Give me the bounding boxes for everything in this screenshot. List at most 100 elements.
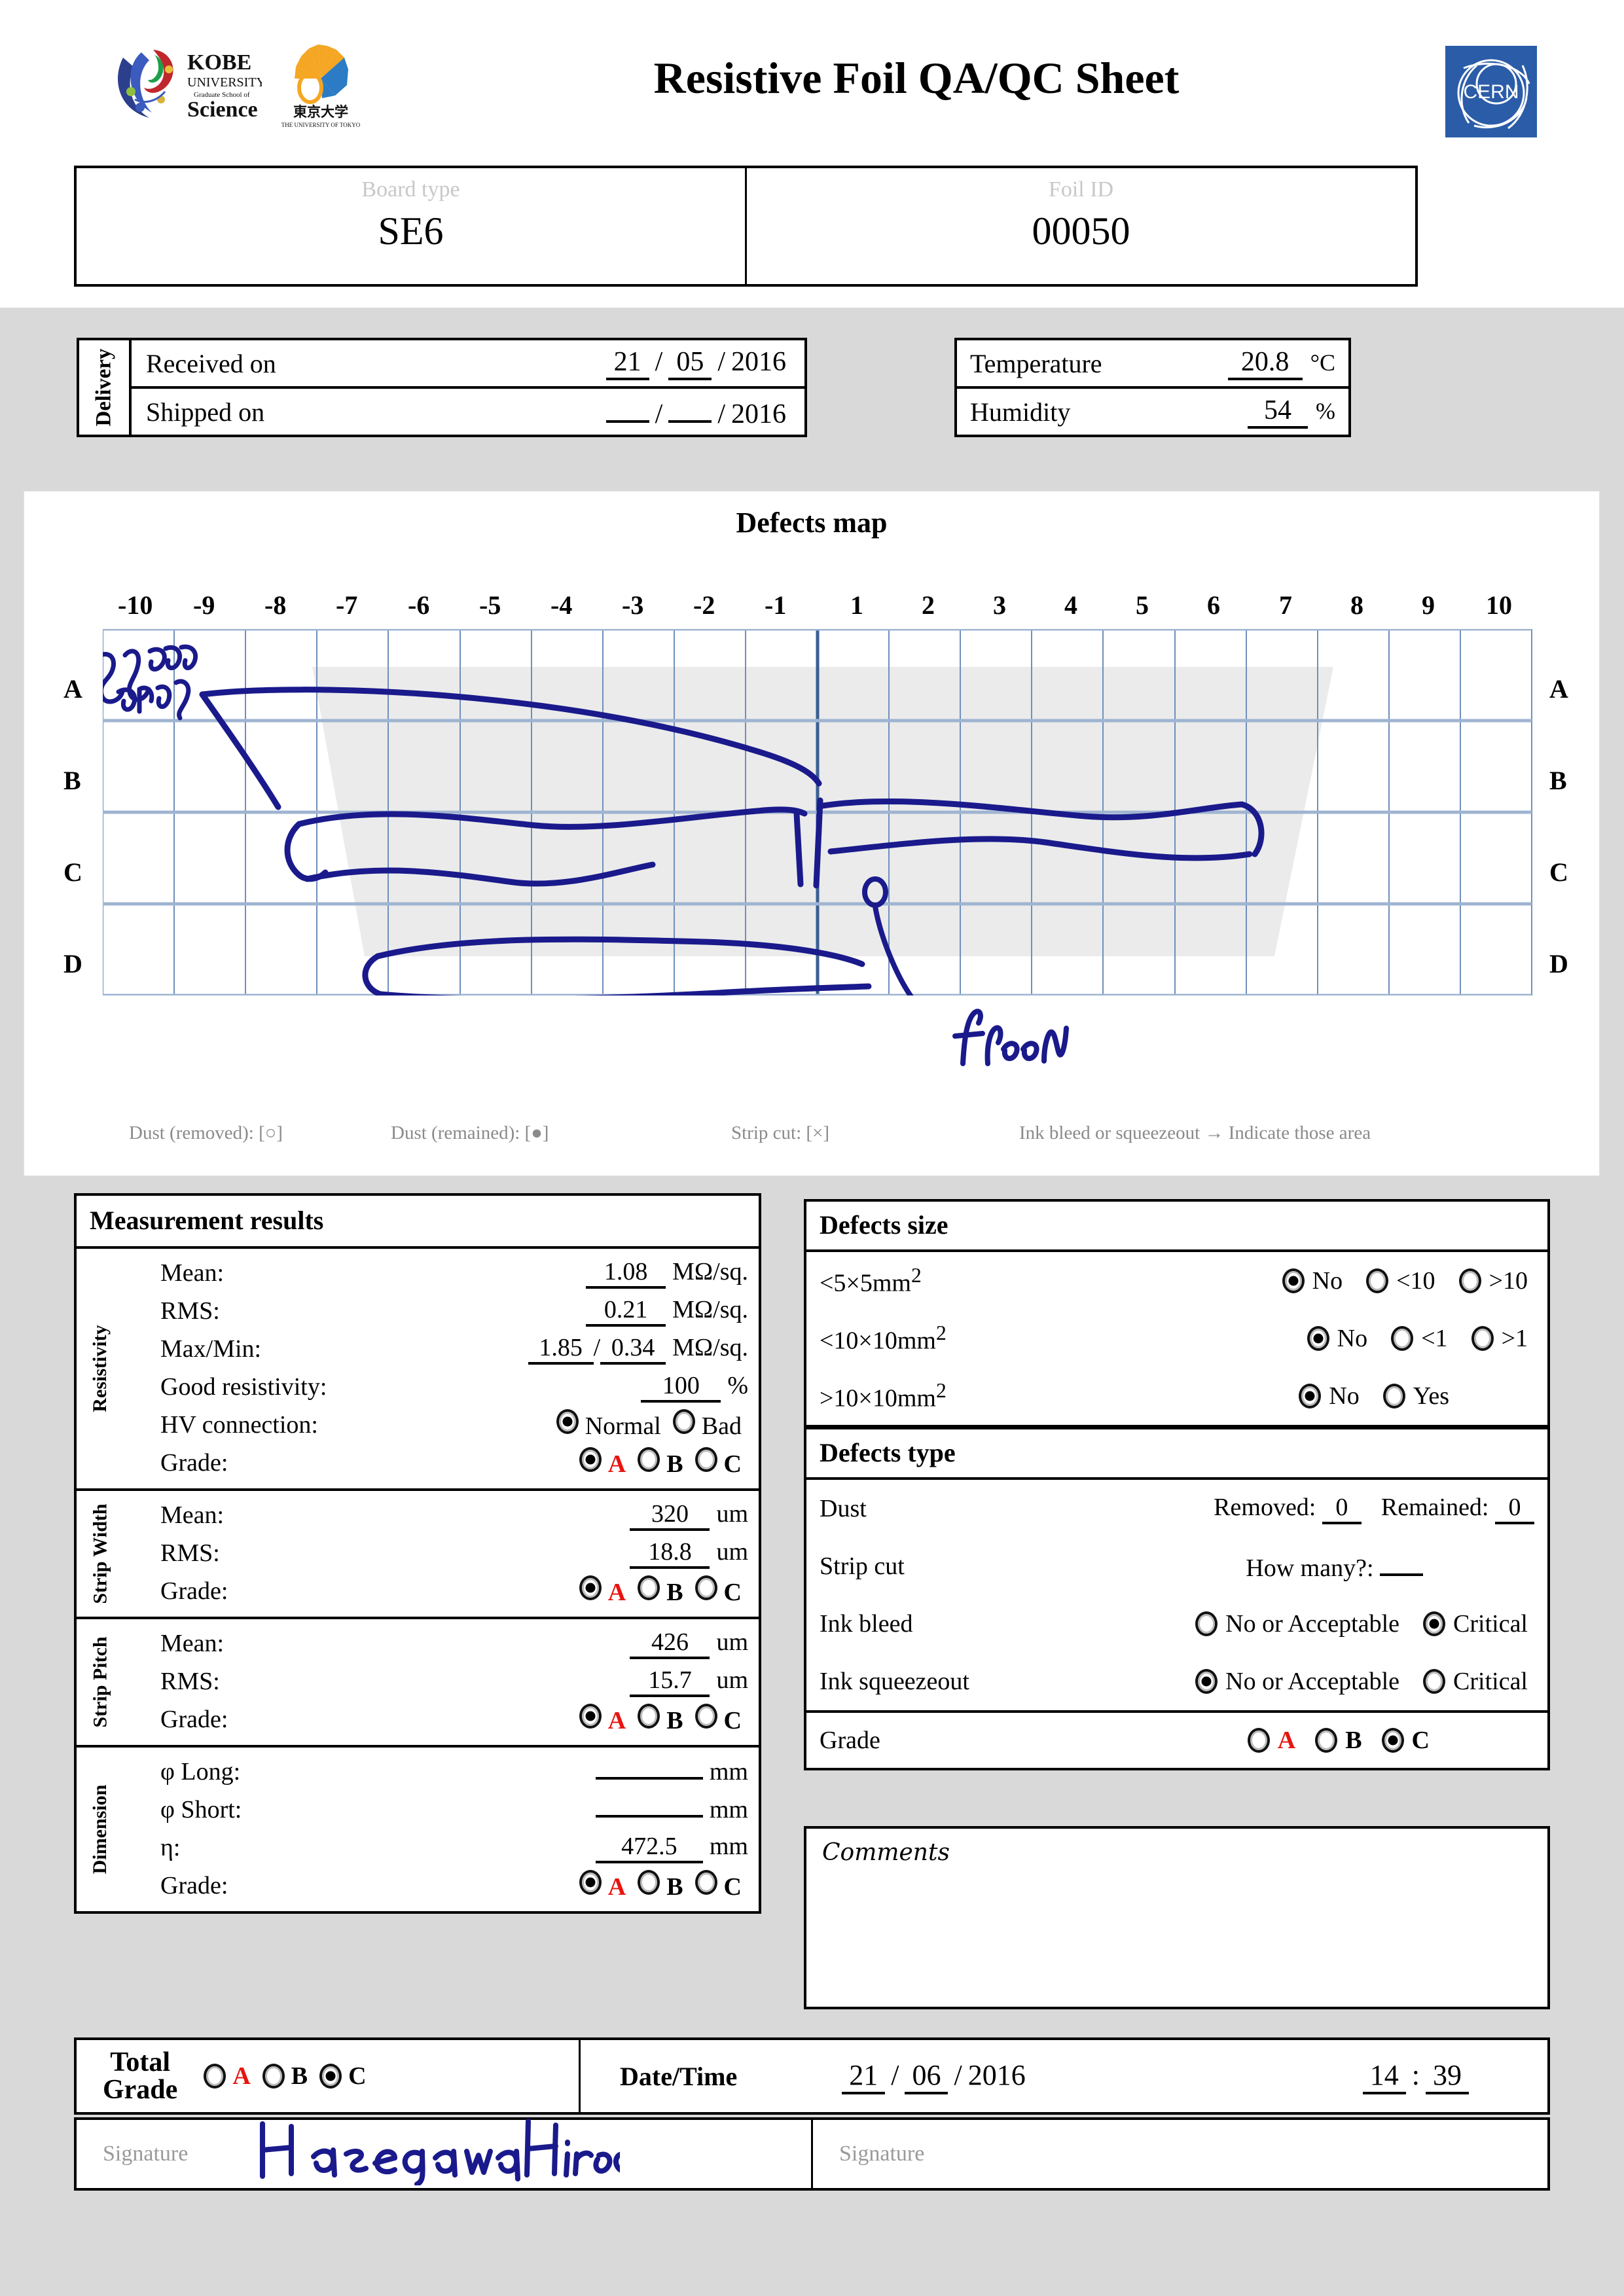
defects-grade-radio-a[interactable] — [1247, 1728, 1270, 1753]
strip-pitch-grade-radio-b[interactable] — [638, 1704, 660, 1729]
strip-width-section: Strip Width Mean: 320 um RMS: 18.8 um Gr… — [77, 1491, 759, 1619]
strip-pitch-rms-field[interactable]: 15.7 — [630, 1666, 710, 1697]
strip-pitch-grade-radio-a[interactable] — [579, 1704, 602, 1729]
strip-pitch-rms-row[interactable]: RMS: 15.7 um — [124, 1662, 748, 1700]
size-5x5-radio-lt10[interactable] — [1366, 1268, 1389, 1293]
dimension-eta-row[interactable]: η: 472.5 mm — [124, 1829, 748, 1867]
total-grade-radio-b[interactable] — [262, 2064, 285, 2089]
datetime-cell[interactable]: Date/Time 21 / 06 / 2016 14 : 39 — [581, 2040, 1547, 2112]
strip-width-grade-radio-a[interactable] — [579, 1575, 602, 1600]
resistivity-mean-row[interactable]: Mean: 1.08 MΩ/sq. — [124, 1254, 748, 1292]
defects-grade-radio-c[interactable] — [1381, 1728, 1404, 1753]
date-day-field[interactable]: 21 — [842, 2058, 886, 2094]
temperature-row[interactable]: Temperature 20.8 °C — [957, 340, 1348, 386]
signature-cell-right[interactable]: Signature — [811, 2120, 1547, 2188]
inkbleed-radio-acceptable[interactable] — [1195, 1611, 1218, 1636]
strip-width-rms-row[interactable]: RMS: 18.8 um — [124, 1534, 748, 1572]
defects-type-inkbleed-row[interactable]: Ink bleed No or Acceptable Critical — [806, 1595, 1547, 1653]
resistivity-grade-radio-c[interactable] — [695, 1447, 717, 1472]
received-month-field[interactable]: 05 — [668, 346, 712, 380]
strip-width-mean-field[interactable]: 320 — [630, 1499, 710, 1531]
good-resistivity-row[interactable]: Good resistivity: 100 % — [124, 1368, 748, 1406]
strip-width-grade-row[interactable]: Grade: A B C — [124, 1572, 748, 1610]
size-10x10-radio-gt1[interactable] — [1471, 1326, 1494, 1351]
defects-size-row-5x5[interactable]: <5×5mm2 No <10 >10 — [806, 1252, 1547, 1310]
board-type-cell[interactable]: Board type SE6 — [77, 168, 745, 284]
dust-remained-field[interactable]: 0 — [1495, 1493, 1534, 1524]
strip-width-grade-radio-c[interactable] — [695, 1575, 717, 1600]
dimension-grade-radio-a[interactable] — [579, 1870, 602, 1895]
size-5x5-radio-no[interactable] — [1282, 1268, 1305, 1293]
strip-width-mean-row[interactable]: Mean: 320 um — [124, 1496, 748, 1534]
resistivity-maxmin-row[interactable]: Max/Min: 1.85 / 0.34 MΩ/sq. — [124, 1330, 748, 1368]
total-grade-radio-c[interactable] — [319, 2064, 342, 2089]
defects-size-row-gt10x10[interactable]: >10×10mm2 No Yes — [806, 1367, 1547, 1425]
dimension-long-field[interactable] — [595, 1777, 703, 1780]
inkbleed-radio-critical[interactable] — [1423, 1611, 1446, 1636]
resistivity-grade-radio-a[interactable] — [579, 1447, 602, 1472]
dimension-grade-radio-c[interactable] — [695, 1870, 717, 1895]
defects-type-dust-row[interactable]: Dust Removed: 0 Remained: 0 — [806, 1480, 1547, 1537]
strip-width-rms-field[interactable]: 18.8 — [630, 1537, 710, 1569]
strip-width-mean-label: Mean: — [160, 1501, 225, 1529]
defects-size-row-10x10[interactable]: <10×10mm2 No <1 >1 — [806, 1310, 1547, 1367]
dimension-grade-row[interactable]: Grade: A B C — [124, 1867, 748, 1905]
foil-id-cell[interactable]: Foil ID 00050 — [745, 168, 1415, 284]
shipped-day-field[interactable] — [605, 394, 649, 423]
defects-grade-radio-b[interactable] — [1315, 1728, 1338, 1753]
time-hour-field[interactable]: 14 — [1362, 2058, 1406, 2094]
dimension-eta-field[interactable]: 472.5 — [595, 1832, 703, 1863]
total-grade-radio-a[interactable] — [204, 2064, 226, 2089]
inksqueeze-radio-critical[interactable] — [1423, 1669, 1446, 1694]
size-gt10x10-radio-yes[interactable] — [1382, 1384, 1405, 1408]
temperature-field[interactable]: 20.8 — [1227, 346, 1303, 380]
defects-type-stripcut-row[interactable]: Strip cut How many?: — [806, 1537, 1547, 1595]
strip-pitch-grade-radio-c[interactable] — [695, 1704, 717, 1729]
shipped-on-row[interactable]: Shipped on / / 2016 — [132, 386, 804, 435]
resistivity-rms-field[interactable]: 0.21 — [586, 1295, 666, 1327]
strip-pitch-mean-row[interactable]: Mean: 426 um — [124, 1624, 748, 1662]
hv-radio-bad[interactable] — [672, 1409, 695, 1434]
strip-width-grade-radio-b[interactable] — [638, 1575, 660, 1600]
time-minute-field[interactable]: 39 — [1426, 2058, 1469, 2094]
strip-width-grade-label-c: C — [723, 1579, 742, 1606]
dimension-short-field[interactable] — [595, 1815, 703, 1818]
strip-pitch-tab: Strip Pitch — [77, 1619, 124, 1745]
dimension-long-row[interactable]: φ Long: mm — [124, 1753, 748, 1791]
received-on-row[interactable]: Received on 21 / 05 / 2016 — [132, 340, 804, 386]
total-grade-cell[interactable]: Total Grade A B C — [77, 2040, 581, 2112]
strip-pitch-mean-field[interactable]: 426 — [630, 1628, 710, 1659]
dimension-short-row[interactable]: φ Short: mm — [124, 1791, 748, 1829]
hv-connection-row[interactable]: HV connection: Normal Bad — [124, 1406, 748, 1444]
size-10x10-radio-no[interactable] — [1307, 1326, 1329, 1351]
resistivity-grade-radio-b[interactable] — [638, 1447, 660, 1472]
received-day-field[interactable]: 21 — [605, 346, 649, 380]
size-10x10-radio-lt1[interactable] — [1391, 1326, 1414, 1351]
comments-panel[interactable]: Comments — [804, 1826, 1550, 2009]
resistivity-mean-field[interactable]: 1.08 — [586, 1257, 666, 1289]
good-resistivity-field[interactable]: 100 — [641, 1371, 721, 1403]
dust-removed-field[interactable]: 0 — [1322, 1493, 1362, 1524]
stripcut-howmany-field[interactable] — [1380, 1550, 1423, 1576]
resistivity-rms-row[interactable]: RMS: 0.21 MΩ/sq. — [124, 1292, 748, 1330]
defects-type-inksqueeze-row[interactable]: Ink squeezeout No or Acceptable Critical — [806, 1653, 1547, 1710]
inksqueeze-radio-acceptable[interactable] — [1195, 1669, 1218, 1694]
comments-value[interactable] — [822, 1876, 1532, 1996]
humidity-row[interactable]: Humidity 54 % — [957, 386, 1348, 435]
date-month-field[interactable]: 06 — [905, 2058, 948, 2094]
defects-type-grade-row[interactable]: Grade A B C — [806, 1710, 1547, 1768]
size-gt10x10-radio-no[interactable] — [1299, 1384, 1322, 1408]
shipped-month-field[interactable] — [668, 394, 712, 423]
hv-radio-normal[interactable] — [556, 1409, 579, 1434]
resistivity-min-field[interactable]: 0.34 — [600, 1333, 666, 1365]
signature-cell-left[interactable]: Signature — [77, 2119, 811, 2188]
humidity-field[interactable]: 54 — [1248, 395, 1308, 429]
dust-label: Dust — [820, 1495, 867, 1522]
strip-width-rms-unit: um — [716, 1538, 748, 1566]
strip-pitch-grade-row[interactable]: Grade: A B C — [124, 1700, 748, 1738]
resistivity-grade-row[interactable]: Grade: A B C — [124, 1444, 748, 1482]
dimension-grade-radio-b[interactable] — [638, 1870, 660, 1895]
defects-map-grid[interactable] — [103, 629, 1533, 996]
size-5x5-radio-gt10[interactable] — [1458, 1268, 1481, 1293]
resistivity-max-field[interactable]: 1.85 — [528, 1333, 594, 1365]
